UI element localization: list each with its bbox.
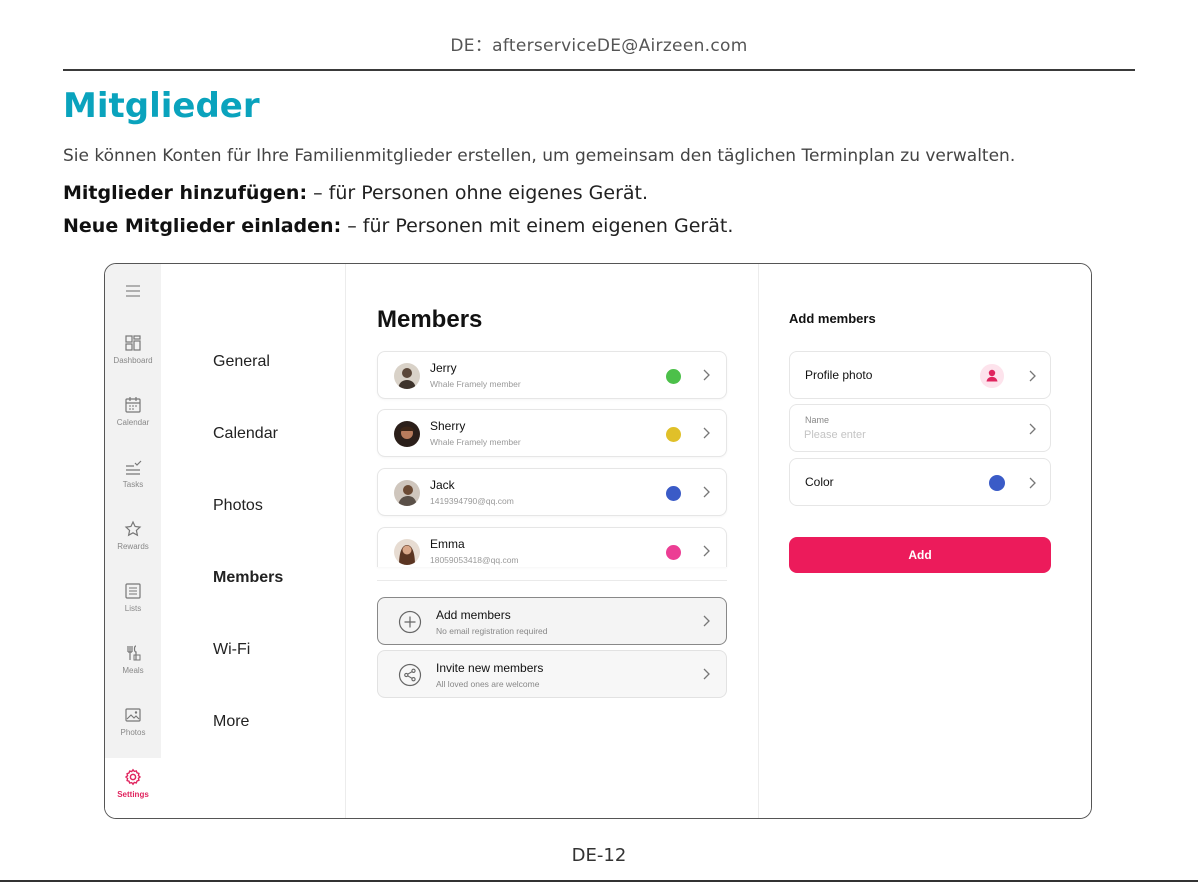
menu-item-general[interactable]: General <box>213 353 270 371</box>
icon-rail: Dashboard Calendar Tasks Rewards Lists M… <box>105 264 161 818</box>
member-color-dot <box>666 427 681 442</box>
member-name: Sherry <box>430 419 466 433</box>
gear-icon <box>124 768 142 786</box>
tasks-icon <box>126 460 142 475</box>
hamburger-menu-button[interactable] <box>105 282 161 300</box>
rail-label-tasks: Tasks <box>122 480 144 489</box>
member-card-jerry[interactable]: Jerry Whale Framely member <box>377 351 727 399</box>
plus-circle-icon <box>398 610 422 634</box>
menu-item-photos[interactable]: Photos <box>213 497 263 515</box>
chevron-right-icon <box>703 545 710 557</box>
members-column: Members Jerry Whale Framely member Sherr… <box>346 264 759 818</box>
rail-label-lists: Lists <box>124 604 142 613</box>
add-members-term: Mitglieder hinzufügen: <box>63 182 308 204</box>
member-card-sherry[interactable]: Sherry Whale Framely member <box>377 409 727 457</box>
page-title: Mitglieder <box>63 86 260 126</box>
header-divider <box>63 69 1135 71</box>
add-members-description: Mitglieder hinzufügen: – für Personen oh… <box>63 182 648 204</box>
add-members-subtitle: No email registration required <box>436 626 548 636</box>
menu-item-wifi[interactable]: Wi-Fi <box>213 641 250 659</box>
contact-email: DE：afterserviceDE@Airzeen.com <box>450 36 748 56</box>
member-card-jack[interactable]: Jack 1419394790@qq.com <box>377 468 727 516</box>
member-card-emma[interactable]: Emma 18059053418@qq.com <box>377 527 727 567</box>
chevron-right-icon <box>1029 423 1036 435</box>
rail-item-lists[interactable]: Lists <box>105 582 161 613</box>
photo-icon <box>125 708 141 722</box>
intro-text: Sie können Konten für Ihre Familienmitgl… <box>63 146 1016 166</box>
rail-item-settings[interactable]: Settings <box>105 758 161 818</box>
person-icon <box>980 364 1004 388</box>
rail-item-photos[interactable]: Photos <box>105 706 161 737</box>
chevron-right-icon <box>703 615 710 627</box>
rail-item-meals[interactable]: Meals <box>105 644 161 675</box>
chevron-right-icon <box>703 668 710 680</box>
add-members-button[interactable]: Add members No email registration requir… <box>377 597 727 645</box>
name-field[interactable]: Name <box>789 404 1051 452</box>
member-name: Emma <box>430 537 465 551</box>
color-field[interactable]: Color <box>789 458 1051 506</box>
avatar <box>394 539 420 565</box>
member-name: Jack <box>430 478 455 492</box>
profile-photo-label: Profile photo <box>805 368 873 382</box>
rail-label-photos: Photos <box>120 728 146 737</box>
member-subtitle: Whale Framely member <box>430 379 521 389</box>
invite-members-description: Neue Mitglieder einladen: – für Personen… <box>63 215 733 237</box>
name-input[interactable] <box>804 429 984 441</box>
profile-photo-field[interactable]: Profile photo <box>789 351 1051 399</box>
chevron-right-icon <box>1029 477 1036 489</box>
add-members-panel: Add members Profile photo Name Color Add <box>759 264 1091 818</box>
color-label: Color <box>805 475 834 489</box>
chevron-right-icon <box>703 369 710 381</box>
page-number: DE-12 <box>571 845 627 866</box>
rail-item-rewards[interactable]: Rewards <box>105 520 161 551</box>
device-screen: Dashboard Calendar Tasks Rewards Lists M… <box>104 263 1092 819</box>
invite-members-term: Neue Mitglieder einladen: <box>63 215 342 237</box>
menu-item-more[interactable]: More <box>213 713 249 731</box>
name-label: Name <box>805 415 830 425</box>
rail-label-meals: Meals <box>122 666 144 675</box>
rail-item-dashboard[interactable]: Dashboard <box>105 334 161 365</box>
dashboard-icon <box>125 335 141 351</box>
chevron-right-icon <box>703 486 710 498</box>
rail-label-dashboard: Dashboard <box>113 356 153 365</box>
color-swatch <box>989 475 1005 491</box>
chevron-right-icon <box>1029 370 1036 382</box>
list-icon <box>125 583 141 599</box>
add-members-title: Add members <box>436 608 511 622</box>
rail-label-rewards: Rewards <box>117 542 149 551</box>
add-button[interactable]: Add <box>789 537 1051 573</box>
star-icon <box>124 520 142 537</box>
hamburger-icon <box>126 285 140 297</box>
member-color-dot <box>666 486 681 501</box>
avatar <box>394 480 420 506</box>
menu-item-calendar[interactable]: Calendar <box>213 425 278 443</box>
invite-members-title: Invite new members <box>436 661 544 675</box>
meals-icon <box>127 645 141 661</box>
invite-members-desc: – für Personen mit einem eigenen Gerät. <box>341 215 734 237</box>
rail-label-settings: Settings <box>117 790 149 799</box>
invite-new-members-button[interactable]: Invite new members All loved ones are we… <box>377 650 727 698</box>
add-panel-title: Add members <box>789 311 876 326</box>
rail-item-tasks[interactable]: Tasks <box>105 458 161 489</box>
member-subtitle: 18059053418@qq.com <box>430 555 519 565</box>
members-title: Members <box>377 306 483 333</box>
share-icon <box>398 663 422 687</box>
member-subtitle: Whale Framely member <box>430 437 521 447</box>
rail-label-calendar: Calendar <box>116 418 150 427</box>
list-divider <box>377 580 727 581</box>
add-members-desc: – für Personen ohne eigenes Gerät. <box>307 182 649 204</box>
footer-divider <box>0 880 1198 882</box>
member-subtitle: 1419394790@qq.com <box>430 496 514 506</box>
chevron-right-icon <box>703 427 710 439</box>
settings-menu: General Calendar Photos Members Wi-Fi Mo… <box>161 264 346 818</box>
rail-item-calendar[interactable]: Calendar <box>105 396 161 427</box>
member-color-dot <box>666 369 681 384</box>
avatar <box>394 363 420 389</box>
invite-members-subtitle: All loved ones are welcome <box>436 679 540 689</box>
member-color-dot <box>666 545 681 560</box>
member-name: Jerry <box>430 361 457 375</box>
avatar <box>394 421 420 447</box>
menu-item-members[interactable]: Members <box>213 569 283 587</box>
calendar-icon <box>125 397 141 413</box>
